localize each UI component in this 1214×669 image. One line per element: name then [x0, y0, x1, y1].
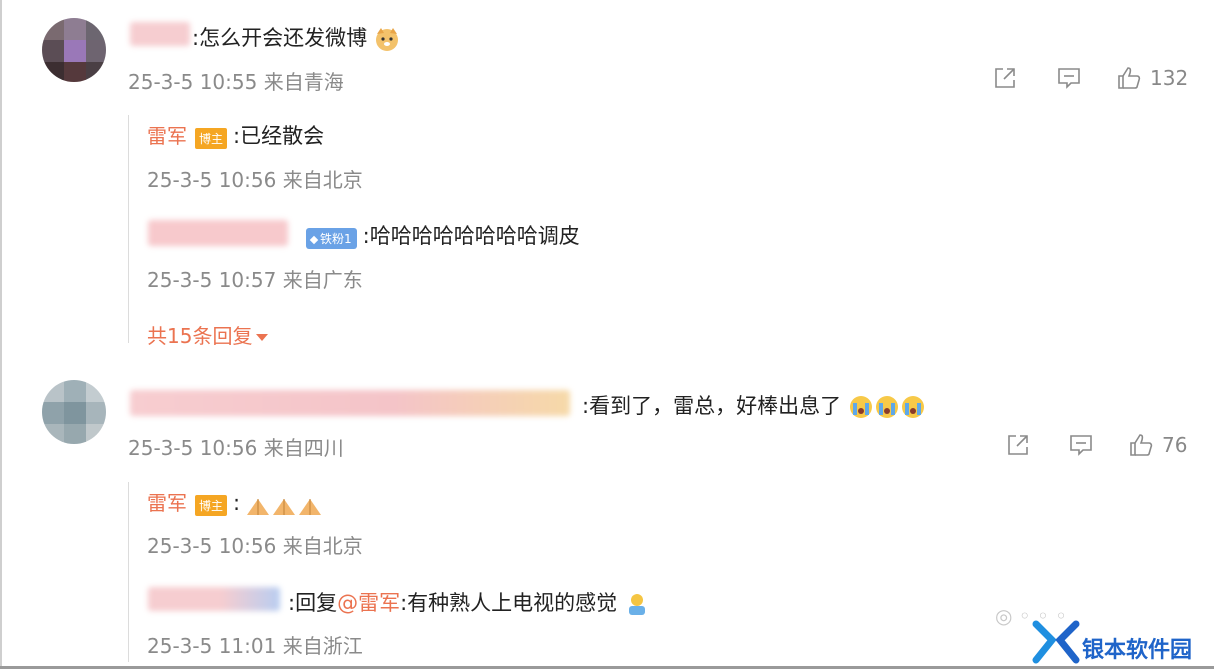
share-button[interactable] — [1005, 432, 1031, 458]
commenter-avatar[interactable] — [42, 380, 106, 444]
replies-divider — [128, 482, 129, 662]
watermark-text: 银本软件园 — [1082, 638, 1193, 663]
doge-emoji-icon — [375, 28, 398, 51]
mention-link[interactable]: @雷军 — [337, 591, 400, 615]
person-emoji-icon — [628, 594, 645, 615]
window-left-edge — [0, 0, 2, 669]
reply-item: 雷军 博主: — [147, 487, 323, 519]
like-icon — [1118, 67, 1141, 89]
praying-hands-emoji-icon — [273, 498, 296, 515]
caret-down-icon — [256, 334, 269, 341]
reply-meta: 25-3-5 11:01 来自浙江 — [147, 634, 363, 658]
comment-button[interactable] — [1068, 432, 1094, 458]
reply-meta: 25-3-5 10:56 来自北京 — [147, 534, 363, 558]
reply-author-redacted[interactable] — [148, 220, 288, 246]
reply-item: :回复@雷军:有种熟人上电视的感觉 — [288, 587, 650, 617]
watermark-logo — [1032, 620, 1080, 664]
share-icon — [995, 68, 1015, 88]
more-replies-link[interactable]: 共15条回复 — [147, 320, 269, 349]
diamond-icon — [309, 235, 319, 244]
replies-divider — [128, 115, 129, 343]
like-button[interactable]: 132 — [1116, 65, 1188, 91]
crying-emoji-icon — [901, 396, 924, 418]
comment-icon — [1070, 435, 1092, 456]
reply-meta: 25-3-5 10:56 来自北京 — [147, 168, 363, 192]
like-button[interactable]: 76 — [1128, 432, 1187, 458]
reply-meta: 25-3-5 10:57 来自广东 — [147, 268, 363, 292]
reply-text: : — [233, 491, 241, 515]
like-count: 132 — [1150, 66, 1189, 90]
blogger-badge: 博主 — [195, 495, 228, 516]
commenter-name-redacted[interactable] — [130, 22, 190, 46]
comment-meta: 25-3-5 10:55 来自青海 — [128, 70, 344, 94]
reply-text: :已经散会 — [233, 124, 325, 148]
comment-button[interactable] — [1056, 65, 1082, 91]
like-icon — [1130, 434, 1153, 456]
like-count: 76 — [1162, 433, 1188, 457]
crying-emoji-icon — [875, 396, 898, 418]
reply-text: :哈哈哈哈哈哈哈哈调皮 — [362, 224, 580, 248]
crying-emoji-icon — [849, 396, 872, 418]
share-button[interactable] — [992, 65, 1018, 91]
reply-author-redacted[interactable] — [148, 587, 280, 611]
comment-text: :怎么开会还发微博 — [192, 22, 400, 52]
reply-author[interactable]: 雷军 — [147, 491, 187, 515]
fan-level-badge: 铁粉1 — [306, 228, 357, 249]
reply-item: 雷军 博主:已经散会 — [147, 120, 324, 150]
comment-text: :看到了，雷总，好棒出息了 — [582, 390, 926, 420]
blogger-badge: 博主 — [195, 128, 228, 149]
comment-icon — [1058, 68, 1080, 89]
comment-meta: 25-3-5 10:56 来自四川 — [128, 436, 344, 460]
commenter-avatar[interactable] — [42, 18, 106, 82]
share-icon — [1008, 435, 1028, 455]
reply-item: 铁粉1:哈哈哈哈哈哈哈哈调皮 — [306, 220, 580, 250]
praying-hands-emoji-icon — [299, 498, 322, 515]
praying-hands-emoji-icon — [247, 498, 270, 515]
commenter-name-redacted[interactable] — [130, 390, 570, 416]
reply-author[interactable]: 雷军 — [147, 124, 187, 148]
